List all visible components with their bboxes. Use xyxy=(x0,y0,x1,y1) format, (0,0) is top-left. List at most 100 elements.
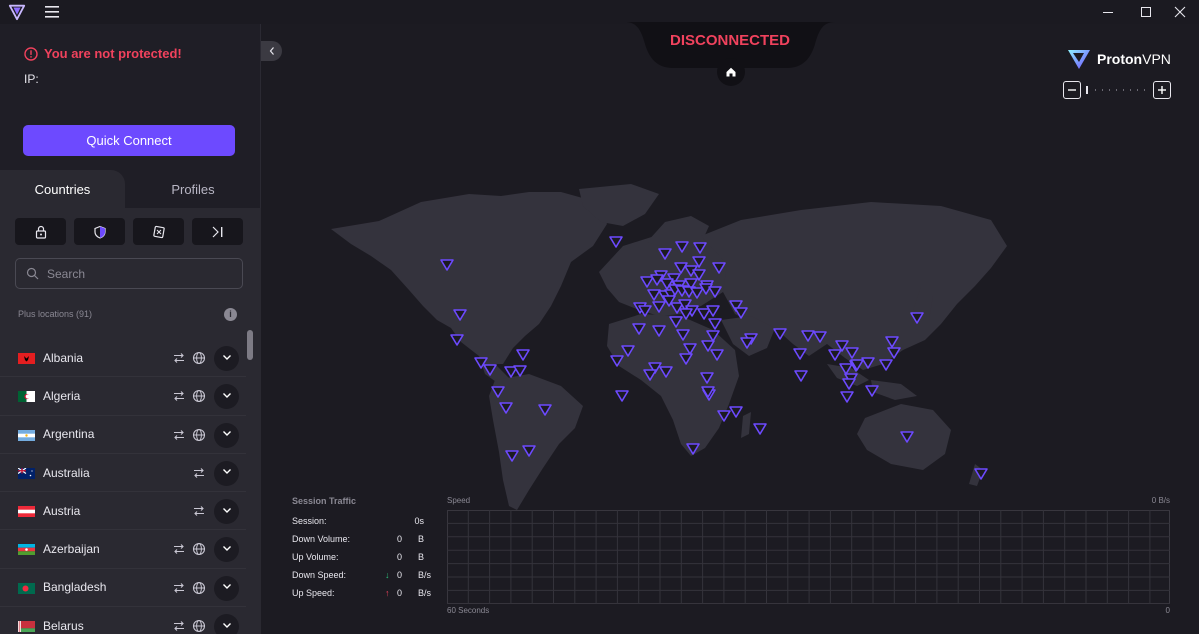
server-marker-icon[interactable] xyxy=(828,349,842,361)
traffic-title: Session Traffic xyxy=(292,496,357,506)
proton-logo-icon xyxy=(8,4,26,21)
expand-country-button[interactable] xyxy=(214,575,239,601)
traffic-arrow: ↑ xyxy=(385,588,390,598)
traffic-arrow: ↓ xyxy=(385,570,390,580)
tab-countries[interactable]: Countries xyxy=(0,170,125,208)
tor-globe-icon xyxy=(192,581,206,595)
brand-name-proton: Proton xyxy=(1097,51,1143,67)
traffic-row: Up Volume: 0 B xyxy=(292,552,434,570)
server-marker-icon[interactable] xyxy=(840,391,854,403)
p2p-icon xyxy=(172,428,186,442)
traffic-rows: Session: 0s Down Volume: 0 B Up Volume: 0 B Down… xyxy=(292,516,434,606)
server-marker-icon[interactable] xyxy=(609,236,623,248)
continents xyxy=(331,184,1007,510)
p2p-icon xyxy=(172,581,186,595)
country-row[interactable]: Australia xyxy=(0,454,246,493)
server-marker-icon[interactable] xyxy=(879,359,893,371)
traffic-value: 0 xyxy=(396,570,402,580)
info-icon[interactable]: i xyxy=(224,308,237,321)
filter-bar xyxy=(15,218,243,245)
expand-country-button[interactable] xyxy=(214,537,239,563)
traffic-value: 0 xyxy=(396,534,402,544)
server-marker-icon[interactable] xyxy=(753,423,767,435)
server-marker-icon[interactable] xyxy=(708,318,722,330)
country-row[interactable]: Azerbaijan xyxy=(0,530,246,569)
server-marker-icon[interactable] xyxy=(615,390,629,402)
server-marker-icon[interactable] xyxy=(513,365,527,377)
country-name: Algeria xyxy=(43,388,81,403)
traffic-unit: B xyxy=(418,552,425,562)
country-row[interactable]: Austria xyxy=(0,492,246,531)
quick-connect-button[interactable]: Quick Connect xyxy=(23,125,235,156)
tor-globe-icon xyxy=(192,351,206,365)
zoom-in-button[interactable] xyxy=(1153,81,1171,99)
server-marker-icon[interactable] xyxy=(793,348,807,360)
chevron-down-icon xyxy=(221,579,233,597)
expand-country-button[interactable] xyxy=(214,422,239,448)
ip-label: IP: xyxy=(24,72,39,86)
graph-time-label: 60 Seconds xyxy=(447,606,490,615)
hamburger-menu-icon[interactable] xyxy=(44,4,62,20)
expand-country-button[interactable] xyxy=(214,499,239,525)
p2p-icon xyxy=(172,619,186,633)
connection-status: DISCONNECTED xyxy=(669,32,790,49)
graph-max: 0 B/s xyxy=(1151,496,1170,505)
p2p-icon xyxy=(192,504,206,518)
traffic-row: Up Speed: ↑ 0 B/s xyxy=(292,588,434,606)
country-row[interactable]: Bangladesh xyxy=(0,569,246,608)
maximize-icon xyxy=(1141,7,1151,17)
traffic-label: Down Speed: xyxy=(292,570,347,580)
flag-icon xyxy=(18,353,35,364)
minimize-button[interactable] xyxy=(1088,0,1128,24)
filter-secure-button[interactable] xyxy=(15,218,66,245)
tor-globe-icon xyxy=(192,542,206,556)
filter-split-tunnel-button[interactable] xyxy=(192,218,243,245)
map-area: DISCONNECTED ProtonVPN Session Traffic S… xyxy=(261,22,1199,634)
close-button[interactable] xyxy=(1160,0,1199,24)
sidebar: You are not protected! IP: Quick Connect… xyxy=(0,24,261,634)
sidebar-tabs: Countries Profiles xyxy=(0,170,261,208)
tab-profiles[interactable]: Profiles xyxy=(125,170,261,208)
plus-icon xyxy=(1158,86,1166,94)
traffic-label: Up Speed: xyxy=(292,588,335,598)
search-input[interactable] xyxy=(47,266,227,281)
p2p-icon xyxy=(192,466,206,480)
list-scrollbar[interactable] xyxy=(247,330,253,360)
p2p-icon xyxy=(172,389,186,403)
chevron-left-icon xyxy=(269,47,274,55)
zoom-control xyxy=(1063,81,1171,99)
expand-country-button[interactable] xyxy=(214,384,239,410)
traffic-row: Down Speed: ↓ 0 B/s xyxy=(292,570,434,588)
server-marker-icon[interactable] xyxy=(697,308,711,320)
country-row[interactable]: Algeria xyxy=(0,377,246,416)
country-name: Albania xyxy=(43,350,84,365)
traffic-value: 0s xyxy=(414,516,424,526)
country-row[interactable]: Argentina xyxy=(0,416,246,454)
secure-core-icon xyxy=(152,225,165,238)
server-marker-icon[interactable] xyxy=(729,406,743,418)
lock-icon xyxy=(35,225,46,239)
server-marker-icon[interactable] xyxy=(516,349,530,361)
graph-title: Speed xyxy=(447,496,471,505)
tor-globe-icon xyxy=(192,389,206,403)
expand-country-button[interactable] xyxy=(214,346,239,371)
country-name: Azerbaijan xyxy=(43,542,100,557)
collapse-sidebar-button[interactable] xyxy=(261,41,282,61)
traffic-label: Session: xyxy=(292,516,327,526)
traffic-row: Down Volume: 0 B xyxy=(292,534,434,552)
minus-icon xyxy=(1068,89,1076,91)
country-row[interactable]: Belarus xyxy=(0,607,246,634)
zoom-out-button[interactable] xyxy=(1063,81,1081,99)
alert-icon xyxy=(24,46,38,61)
home-button[interactable] xyxy=(717,58,745,86)
speed-graph xyxy=(447,510,1170,604)
country-list: Albania Algeria Argentina Australia Austria A… xyxy=(0,339,246,634)
filter-netshield-button[interactable] xyxy=(74,218,125,245)
zoom-slider[interactable] xyxy=(1085,85,1149,95)
filter-secure-core-button[interactable] xyxy=(133,218,184,245)
server-marker-icon[interactable] xyxy=(794,370,808,382)
expand-country-button[interactable] xyxy=(214,460,239,486)
expand-country-button[interactable] xyxy=(214,614,239,634)
protection-status: You are not protected! xyxy=(24,46,182,61)
country-row[interactable]: Albania xyxy=(0,339,246,378)
